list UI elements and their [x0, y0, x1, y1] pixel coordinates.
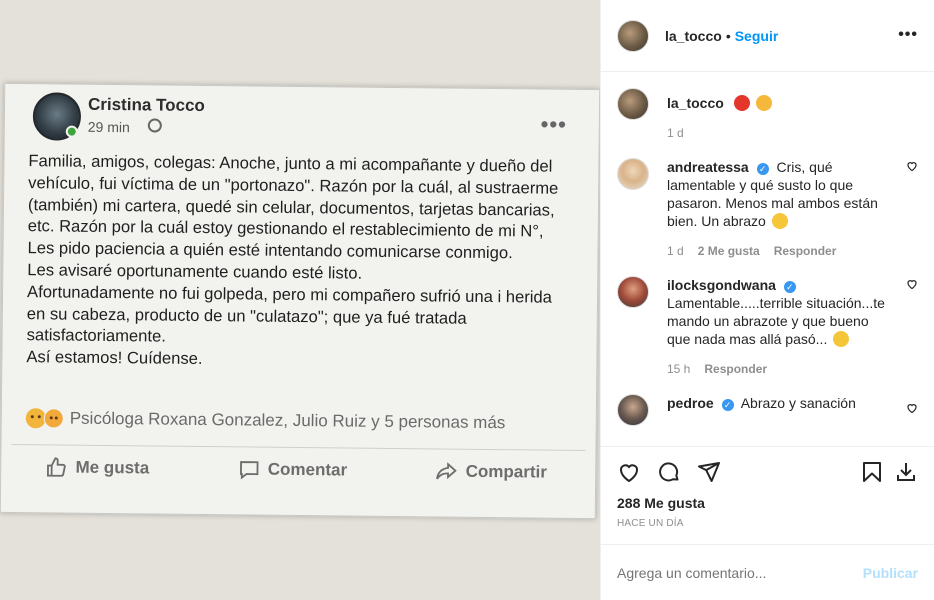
speech-bubble-icon — [239, 461, 259, 480]
avatar[interactable] — [617, 394, 649, 426]
post-reactions: Psicóloga Roxana Gonzalez, Julio Ruiz y … — [25, 408, 566, 434]
post-share-label: Compartir — [465, 461, 548, 482]
post-header: la_tocco • Seguir ••• — [601, 0, 934, 72]
share-arrow-icon — [436, 462, 458, 480]
heart-icon[interactable] — [617, 460, 641, 484]
comment-username[interactable]: andreatessa — [667, 159, 749, 175]
header-separator: • — [725, 27, 731, 44]
smile-emoji-icon — [833, 331, 850, 347]
bookmark-icon[interactable] — [860, 460, 884, 484]
comment-time[interactable]: 1 d — [667, 242, 684, 260]
avatar[interactable] — [617, 88, 649, 120]
save-actions — [860, 460, 918, 484]
post-action-bar — [601, 446, 934, 496]
header-username[interactable]: la_tocco — [665, 28, 722, 44]
verified-badge-icon: ✓ — [783, 281, 796, 293]
post-comment: Comentar — [238, 458, 348, 481]
thumbs-up-icon — [47, 457, 66, 477]
caption: la_tocco 1 d — [617, 88, 918, 142]
caption-meta: 1 d — [667, 124, 890, 142]
like-comment-heart-icon[interactable] — [906, 278, 918, 290]
post-photo[interactable]: Cristina Tocco 29 min ••• Familia, amigo… — [0, 0, 600, 600]
post-like: Me gusta — [45, 456, 149, 479]
online-status-icon — [65, 125, 78, 138]
add-comment-bar: Publicar — [601, 544, 934, 600]
post-body-text: Familia, amigos, colegas: Anoche, junto … — [26, 151, 559, 369]
comment-username[interactable]: pedroe — [667, 395, 714, 411]
share-icon[interactable] — [697, 460, 721, 484]
reply-button[interactable]: Responder — [774, 242, 837, 260]
avatar[interactable] — [617, 276, 649, 308]
like-comment-heart-icon[interactable] — [906, 160, 918, 172]
post-time: 29 min — [87, 118, 130, 136]
follow-button[interactable]: Seguir — [735, 28, 779, 44]
post-more-icon: ••• — [540, 111, 567, 137]
reactions-text: Psicóloga Roxana Gonzalez, Julio Ruiz y … — [69, 408, 506, 433]
comment-input[interactable] — [617, 564, 837, 581]
download-icon[interactable] — [894, 460, 918, 484]
post-share: Compartir — [436, 460, 547, 483]
comment-likes[interactable]: 2 Me gusta — [698, 242, 760, 260]
avatar[interactable] — [617, 158, 649, 190]
post-author-name: Cristina Tocco — [87, 94, 205, 115]
verified-badge-icon: ✓ — [756, 163, 769, 175]
globe-icon — [147, 118, 162, 133]
post-modal: Cristina Tocco 29 min ••• Familia, amigo… — [0, 0, 934, 600]
comment-meta: 1 d 2 Me gusta Responder — [667, 242, 890, 260]
post-comment-label: Comentar — [267, 459, 348, 480]
more-options-icon[interactable]: ••• — [898, 26, 918, 44]
post-actions: Me gusta Comentar Compartir — [1, 456, 591, 484]
wow-reaction-icon — [43, 408, 64, 429]
reply-button[interactable]: Responder — [704, 360, 767, 378]
comment-username[interactable]: ilocksgondwana — [667, 277, 776, 293]
smile-emoji-icon — [771, 213, 788, 229]
facebook-post-screenshot: Cristina Tocco 29 min ••• Familia, amigo… — [0, 82, 600, 520]
list-item: andreatessa ✓ Cris, qué lamentable y qué… — [617, 158, 918, 260]
list-item: ilocksgondwana ✓ Lamentable.....terrible… — [617, 276, 918, 378]
comment-text-wrap: Lamentable.....terrible situación...te m… — [667, 294, 890, 348]
comments-list[interactable]: la_tocco 1 d andreatessa ✓ Cris, qué lam… — [601, 72, 934, 446]
like-comment-heart-icon[interactable] — [906, 402, 918, 414]
posted-time[interactable]: HACE UN DÍA — [601, 514, 934, 538]
sad-face-icon — [755, 95, 772, 111]
caption-username[interactable]: la_tocco — [667, 95, 724, 111]
comment-icon[interactable] — [657, 460, 681, 484]
comment-time[interactable]: 15 h — [667, 360, 690, 378]
comment-meta: 15 h Responder — [667, 360, 890, 378]
verified-badge-icon: ✓ — [721, 399, 734, 411]
angry-face-icon — [733, 95, 750, 111]
publish-button[interactable]: Publicar — [863, 565, 918, 581]
list-item: pedroe ✓ Abrazo y sanación — [617, 394, 918, 426]
caption-time[interactable]: 1 d — [667, 124, 684, 142]
post-like-label: Me gusta — [75, 457, 150, 478]
post-sidebar: la_tocco • Seguir ••• la_tocco 1 d andre… — [600, 0, 934, 600]
avatar[interactable] — [617, 19, 649, 52]
comment-text: Abrazo y sanación — [740, 395, 856, 411]
comment-text: Lamentable.....terrible situación...te m… — [667, 295, 885, 347]
divider — [11, 443, 586, 451]
